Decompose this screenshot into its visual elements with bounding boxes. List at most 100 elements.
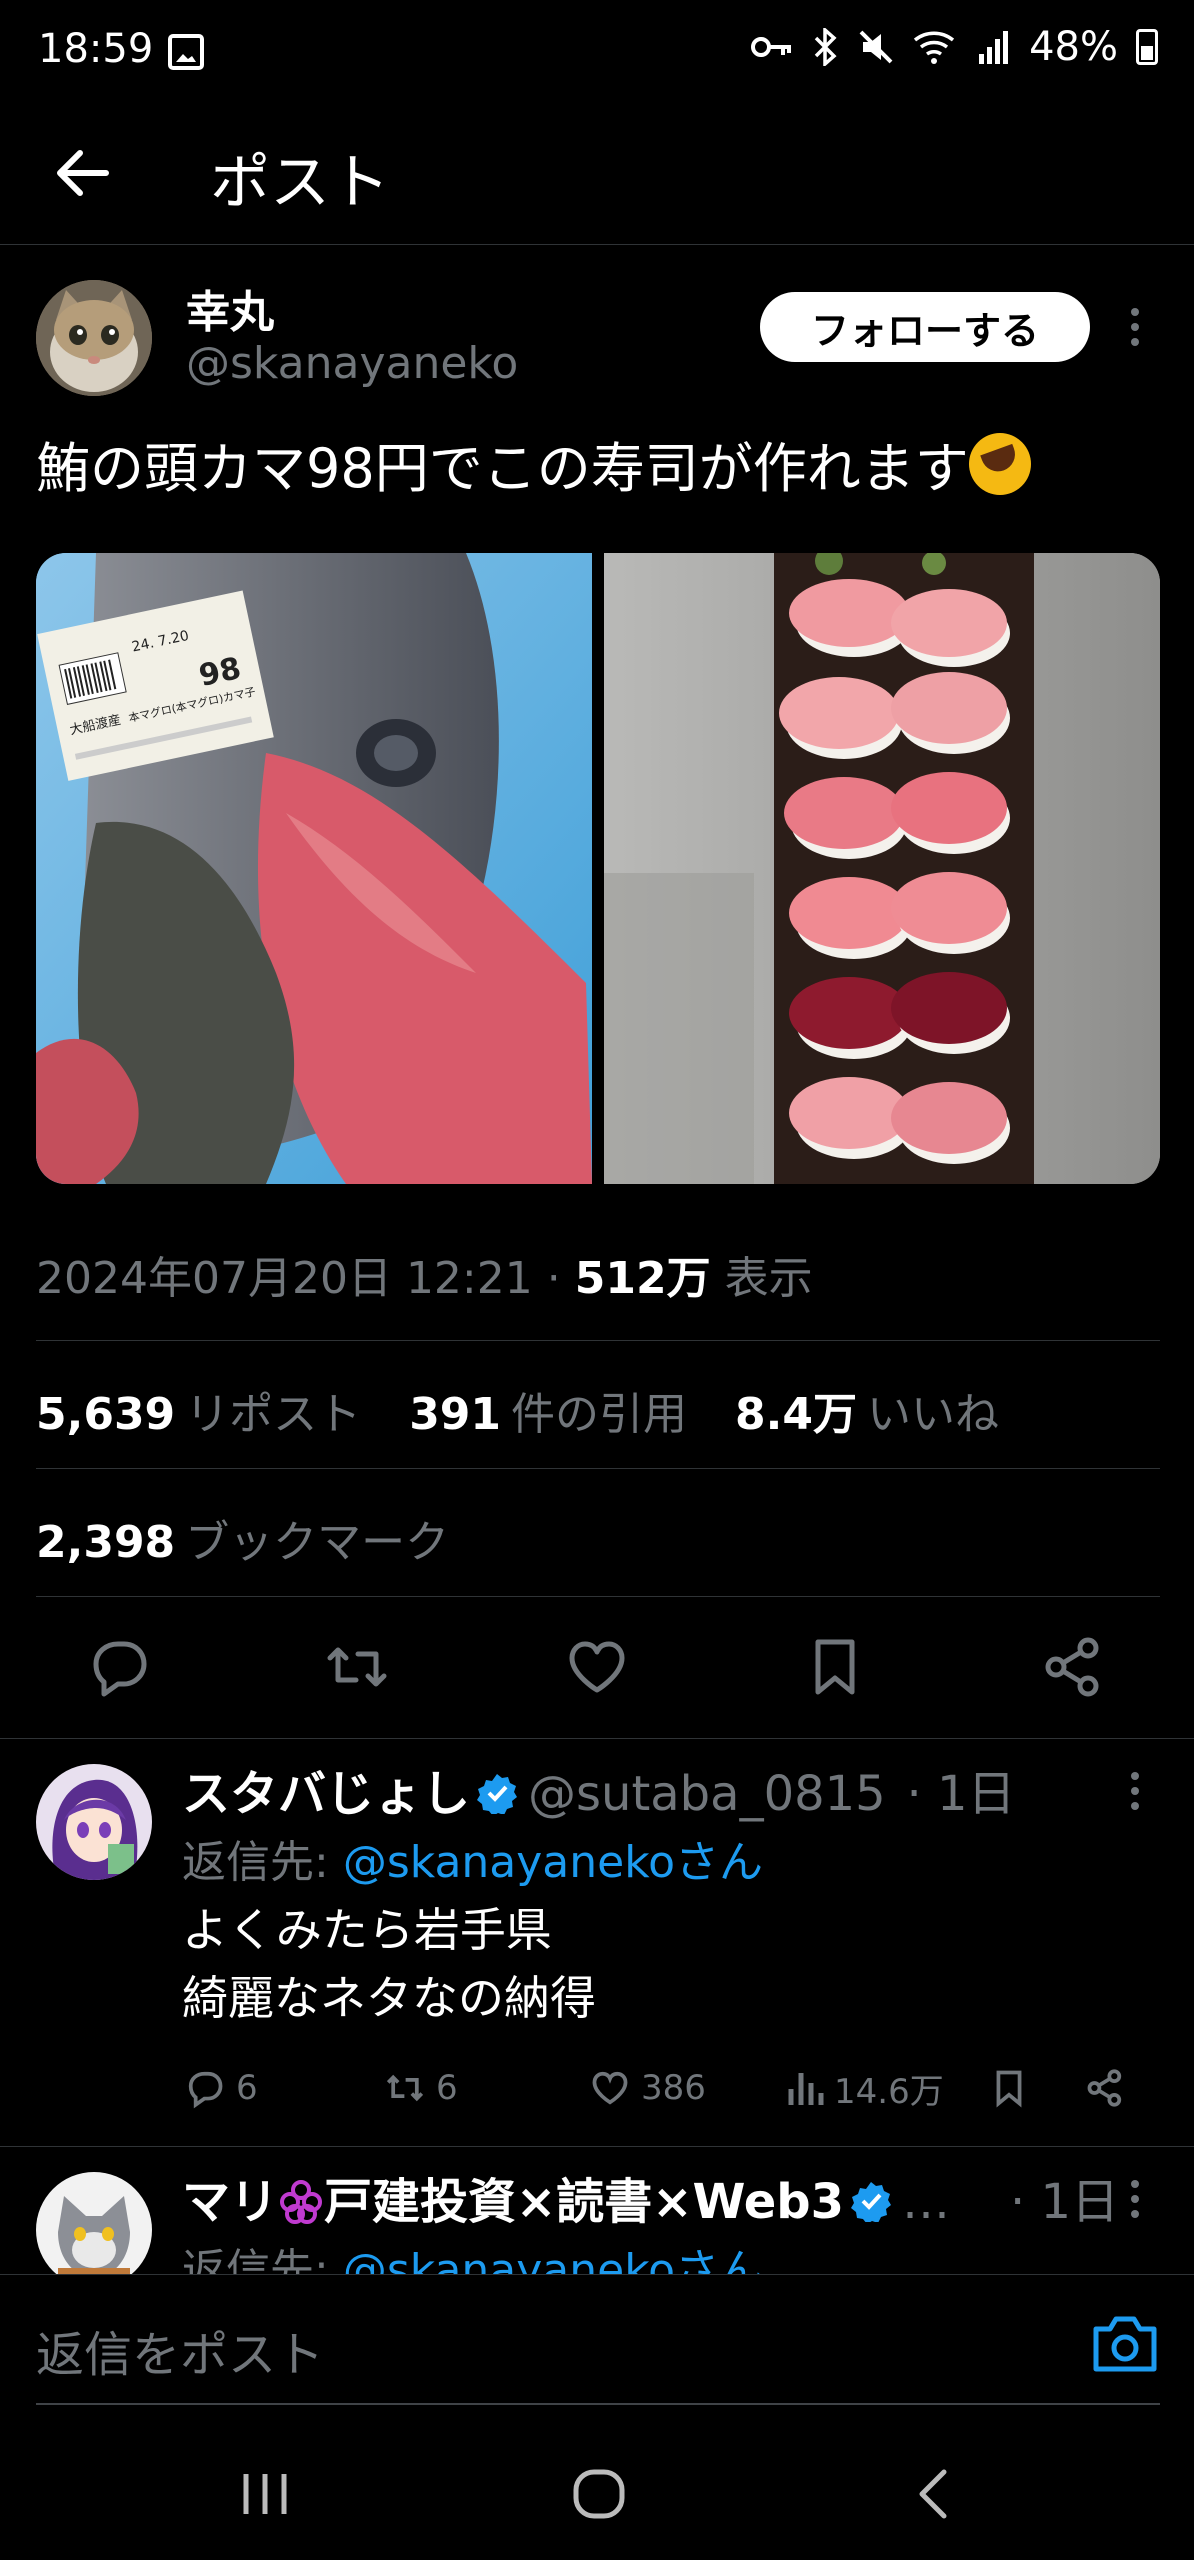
home-icon[interactable] (564, 2464, 634, 2524)
reply-to: 返信先: @skanayanekoさん (182, 1826, 763, 1890)
divider (0, 2146, 1194, 2147)
reposts-label: リポスト (185, 1389, 362, 1440)
reply-like-button[interactable]: 386 (587, 2058, 706, 2118)
reply-views-button[interactable]: 14.6万 (786, 2058, 944, 2118)
flower-emoji-icon (280, 2180, 323, 2224)
quotes-count: 391 (409, 1389, 502, 1440)
follow-button[interactable]: フォローする (760, 292, 1090, 362)
like-icon[interactable] (560, 1630, 634, 1704)
compose-underline (36, 2403, 1160, 2405)
reply-text-line: よくみたら岩手県 (182, 1903, 552, 1957)
camera-icon[interactable] (1090, 2311, 1160, 2375)
reply-compose-bar: 返信をポスト (0, 2274, 1194, 2424)
bookmark-icon (996, 2070, 1022, 2108)
vpn-key-icon (751, 37, 792, 57)
reply-likes-count: 386 (641, 2068, 706, 2108)
quotes-label: 件の引用 (511, 1389, 688, 1440)
media-image-sushi[interactable] (604, 553, 1160, 1184)
reply-text-line: 綺麗なネタなの納得 (182, 1971, 596, 2025)
recents-icon[interactable] (230, 2464, 300, 2524)
mute-icon (859, 30, 893, 64)
reposts-count: 5,639 (36, 1389, 176, 1440)
author-name[interactable]: 幸丸 (186, 276, 274, 340)
quotes-stat[interactable]: 391 件の引用 (409, 1389, 687, 1440)
bookmarks-label: ブックマーク (185, 1517, 450, 1568)
media-image-tuna-head[interactable]: 24. 7.20 98 大船渡産 本マグロ(本マグロ)カマ子 (36, 553, 592, 1184)
reply-time: · 1日 (1010, 2174, 1120, 2230)
reply-author-name: マリ (182, 2174, 279, 2230)
status-icons: 48% (751, 24, 1158, 70)
reply-reposts-count: 6 (436, 2068, 458, 2108)
gallery-notification-icon (168, 34, 204, 70)
share-icon (1087, 2069, 1122, 2107)
reply-bookmark-button[interactable] (986, 2058, 1032, 2118)
likes-stat[interactable]: 8.4万 いいね (735, 1389, 999, 1440)
tweet-text-body: 鮪の頭カマ98円でこの寿司が作れます (36, 437, 969, 500)
signal-icon (979, 31, 1009, 64)
rolling-on-floor-laughing-emoji-icon (968, 433, 1031, 495)
tweet-meta: 2024年07月20日 12:21 · 512万 表示 (36, 1242, 813, 1306)
reply-author-handle: @sutaba_0815 (528, 1766, 886, 1822)
more-icon[interactable] (1120, 2174, 1150, 2224)
battery-percent: 48% (1029, 24, 1118, 70)
reposts-stat[interactable]: 5,639 リポスト (36, 1389, 361, 1440)
reply-input[interactable]: 返信をポスト (36, 2315, 324, 2385)
reply-time: · 1日 (906, 1766, 1016, 1822)
reply-reply-button[interactable]: 6 (182, 2058, 258, 2118)
reply-author-name: スタバじょし (182, 1766, 471, 1822)
views-label: 表示 (710, 1253, 813, 1304)
reply-author[interactable]: スタバじょし @sutaba_0815 · 1日 (182, 1754, 1016, 1824)
reply-author[interactable]: マリ 戸建投資×読書×Web3 … · 1日 (182, 2162, 1119, 2232)
verified-icon (477, 1774, 518, 1814)
back-nav-icon[interactable] (900, 2464, 970, 2524)
status-time: 18:59 (38, 26, 154, 72)
divider (36, 1340, 1160, 1341)
reply-replies-count: 6 (236, 2068, 258, 2108)
reply-icon[interactable] (82, 1630, 156, 1704)
author-avatar[interactable] (36, 280, 152, 396)
likes-label: いいね (867, 1389, 999, 1440)
views-count: 512万 (574, 1253, 711, 1304)
verified-icon (851, 2182, 892, 2222)
battery-icon (1136, 29, 1158, 65)
repost-icon (386, 2074, 424, 2102)
more-icon[interactable] (1120, 1766, 1150, 1816)
reply-text: よくみたら岩手県 綺麗なネタなの納得 (182, 1896, 596, 2032)
engagement-stats: 5,639 リポスト 391 件の引用 8.4万 いいね (36, 1378, 999, 1442)
tweet-timestamp[interactable]: 2024年07月20日 12:21 (36, 1253, 533, 1304)
tweet-media: 24. 7.20 98 大船渡産 本マグロ(本マグロ)カマ子 (36, 553, 1160, 1184)
reply-icon (188, 2071, 223, 2109)
bookmark-icon[interactable] (798, 1630, 872, 1704)
author-handle[interactable]: @skanayaneko (186, 338, 518, 389)
reply-avatar[interactable] (36, 1764, 152, 1880)
bluetooth-icon (814, 28, 837, 66)
bookmarks-stat[interactable]: 2,398 ブックマーク (36, 1506, 449, 1570)
reply-repost-button[interactable]: 6 (382, 2058, 458, 2118)
reply-share-button[interactable] (1082, 2058, 1128, 2118)
reply-to-user-link[interactable]: @skanayanekoさん (343, 1837, 763, 1888)
reply-author-name-suffix: 戸建投資×読書×Web3 (324, 2174, 845, 2230)
repost-icon[interactable] (320, 1630, 394, 1704)
back-arrow-icon[interactable] (48, 138, 118, 208)
likes-count: 8.4万 (735, 1389, 857, 1440)
reply-actions: 6 6 386 14.6万 (182, 2058, 1142, 2118)
meta-separator: · (532, 1253, 575, 1304)
divider (36, 1596, 1160, 1597)
bookmarks-count: 2,398 (36, 1517, 176, 1568)
system-nav-bar (0, 2424, 1194, 2560)
share-icon[interactable] (1036, 1630, 1110, 1704)
page-title: ポスト (210, 148, 390, 218)
divider (36, 1468, 1160, 1469)
views-icon (788, 2073, 824, 2105)
status-bar: 18:59 48% (0, 0, 1194, 110)
name-ellipsis: … (902, 2174, 951, 2230)
tweet-text: 鮪の頭カマ98円でこの寿司が作れます (36, 424, 1031, 503)
reply-to-prefix: 返信先: (182, 1837, 343, 1888)
wifi-icon (913, 31, 955, 64)
divider (0, 1738, 1194, 1739)
like-icon (592, 2071, 628, 2105)
header: ポスト (0, 110, 1194, 245)
more-icon[interactable] (1120, 302, 1150, 352)
reply-avatar[interactable] (36, 2172, 152, 2288)
tweet-actions (0, 1630, 1194, 1704)
